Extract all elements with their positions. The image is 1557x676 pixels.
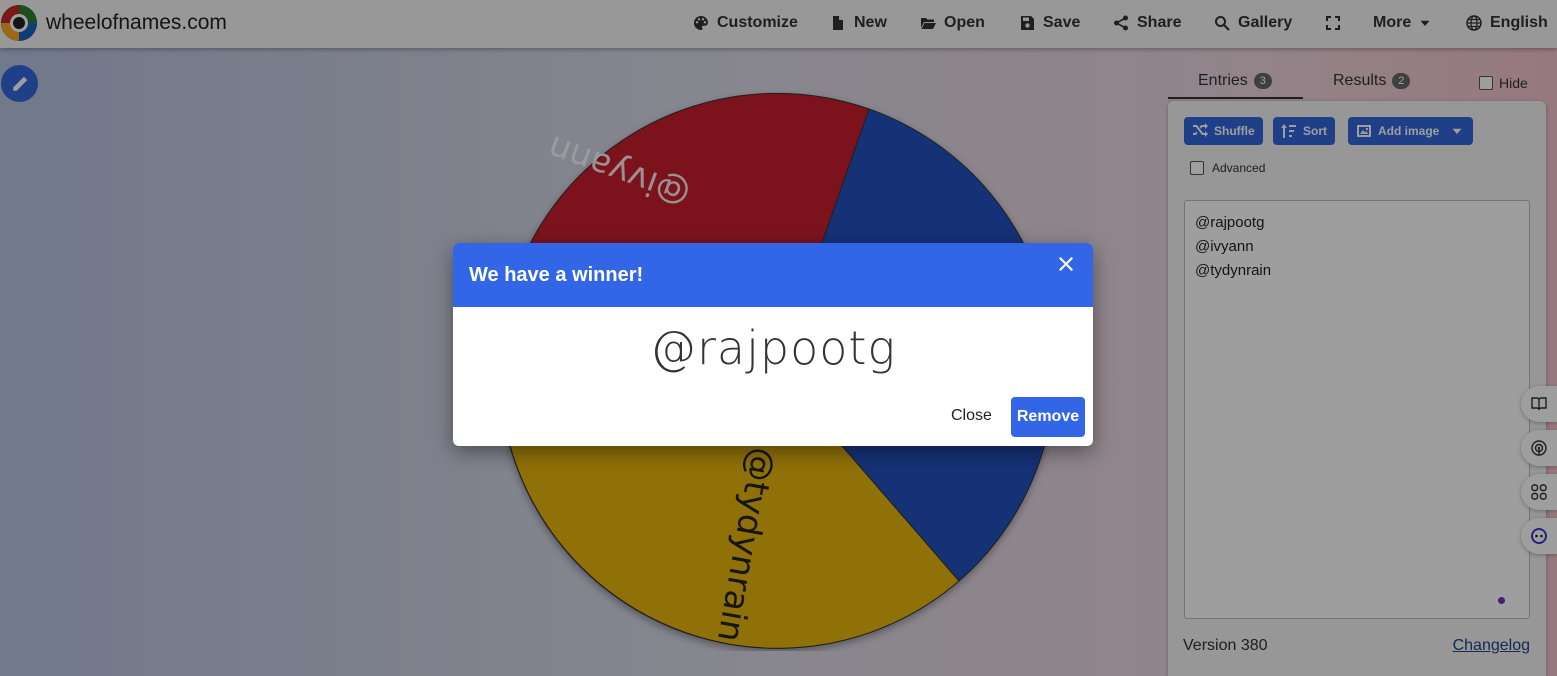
wheelofnames-logo-icon[interactable] xyxy=(0,4,38,42)
sort-button[interactable]: Sort xyxy=(1273,117,1335,145)
save-label: Save xyxy=(1043,14,1081,31)
tab-results-label: Results xyxy=(1333,72,1387,89)
close-button[interactable]: Close xyxy=(951,407,992,425)
assistant-button[interactable] xyxy=(1521,518,1557,554)
globe-icon xyxy=(1466,15,1482,31)
file-icon xyxy=(833,16,843,30)
palette-icon xyxy=(694,16,708,30)
dialog-title: We have a winner! xyxy=(469,264,644,286)
winner-dialog: We have a winner! @rajpootg Close Remove xyxy=(453,243,1093,446)
open-label: Open xyxy=(944,14,985,31)
tab-entries-label: Entries xyxy=(1198,72,1248,89)
apps-grid-icon xyxy=(1531,484,1547,500)
folder-open-icon xyxy=(921,18,936,29)
assistant-face-icon xyxy=(1531,528,1547,544)
fullscreen-button[interactable] xyxy=(1325,12,1341,34)
gallery-button[interactable]: Gallery xyxy=(1214,12,1292,34)
share-label: Share xyxy=(1137,14,1182,31)
changelog-link[interactable]: Changelog xyxy=(1453,637,1530,655)
new-button[interactable]: New xyxy=(830,12,887,34)
top-bar: wheelofnames.com Customize New Open Save… xyxy=(0,0,1557,48)
share-icon xyxy=(1114,15,1128,31)
version-text: Version 380 xyxy=(1183,637,1268,654)
broadcast-button[interactable] xyxy=(1521,430,1557,466)
advanced-checkbox[interactable] xyxy=(1190,161,1204,175)
book-button[interactable] xyxy=(1521,386,1557,422)
shuffle-label: Shuffle xyxy=(1214,124,1255,138)
status-dot xyxy=(1498,597,1505,604)
hide-toggle[interactable]: Hide xyxy=(1479,75,1528,91)
add-image-button[interactable]: Add image xyxy=(1348,117,1474,145)
hide-label: Hide xyxy=(1499,75,1528,91)
search-icon xyxy=(1215,16,1230,31)
entries-count-badge: 3 xyxy=(1253,73,1272,89)
broadcast-icon xyxy=(1531,440,1547,456)
dialog-close-button[interactable] xyxy=(1059,257,1079,277)
dialog-header: We have a winner! xyxy=(453,243,1093,307)
add-image-label: Add image xyxy=(1378,124,1440,138)
entry-line: @ivyann xyxy=(1195,238,1254,255)
shuffle-icon xyxy=(1193,123,1208,137)
tab-entries[interactable]: Entries 3 xyxy=(1198,72,1272,90)
fullscreen-icon xyxy=(1326,16,1340,30)
gallery-label: Gallery xyxy=(1238,14,1293,31)
tab-results[interactable]: Results 2 xyxy=(1333,72,1411,90)
customize-label: Customize xyxy=(717,14,798,31)
active-tab-indicator xyxy=(1168,97,1303,99)
new-label: New xyxy=(854,14,887,31)
sort-label: Sort xyxy=(1303,124,1327,138)
more-label: More xyxy=(1373,14,1412,31)
book-icon xyxy=(1531,397,1547,411)
site-name[interactable]: wheelofnames.com xyxy=(46,11,227,35)
customize-button[interactable]: Customize xyxy=(693,12,798,34)
advanced-label: Advanced xyxy=(1212,161,1266,175)
shuffle-button[interactable]: Shuffle xyxy=(1184,117,1263,145)
more-button[interactable]: More xyxy=(1373,12,1431,34)
pencil-icon xyxy=(12,76,27,91)
entry-line: @rajpootg xyxy=(1195,214,1265,231)
share-button[interactable]: Share xyxy=(1113,12,1181,34)
hide-checkbox[interactable] xyxy=(1479,76,1493,90)
remove-button[interactable]: Remove xyxy=(1011,397,1085,437)
open-button[interactable]: Open xyxy=(920,12,985,34)
winner-name: @rajpootg xyxy=(649,321,896,375)
entries-panel: Shuffle Sort Add image Advanced @rajpoot… xyxy=(1168,101,1546,676)
close-icon xyxy=(1059,257,1073,271)
floppy-disk-icon xyxy=(1021,16,1034,30)
results-count-badge: 2 xyxy=(1392,73,1411,89)
save-button[interactable]: Save xyxy=(1019,12,1080,34)
advanced-toggle[interactable]: Advanced xyxy=(1190,161,1265,175)
entry-line: @tydynrain xyxy=(1195,262,1272,279)
caret-down-icon xyxy=(1420,20,1430,26)
sort-icon xyxy=(1281,124,1296,138)
language-label: English xyxy=(1490,14,1548,31)
entries-textarea[interactable]: @rajpootg @ivyann @tydynrain xyxy=(1184,200,1530,619)
edit-wheel-button[interactable] xyxy=(1,65,38,102)
apps-button[interactable] xyxy=(1521,474,1557,510)
caret-down-icon xyxy=(1452,128,1462,134)
language-button[interactable]: English xyxy=(1466,12,1548,34)
image-icon xyxy=(1357,125,1371,137)
